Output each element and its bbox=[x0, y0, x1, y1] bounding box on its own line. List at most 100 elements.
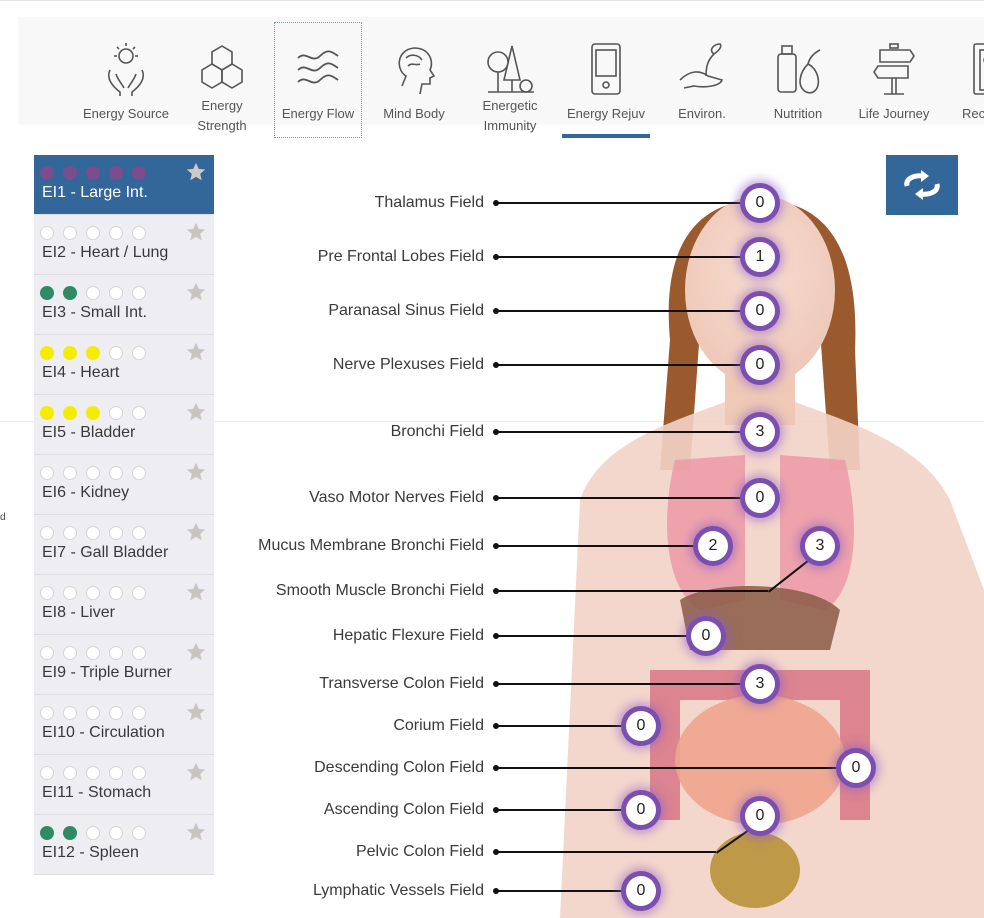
field-value-badge[interactable]: 2 bbox=[698, 531, 728, 561]
leader-line bbox=[496, 364, 745, 366]
leader-line bbox=[496, 202, 745, 204]
field-label: Corium Field bbox=[393, 717, 484, 734]
rating-dot bbox=[63, 166, 77, 180]
rating-dot bbox=[132, 286, 146, 300]
star-icon[interactable] bbox=[185, 401, 207, 423]
rating-dot bbox=[86, 166, 100, 180]
field-value-badge[interactable]: 3 bbox=[745, 669, 775, 699]
field-value-badge[interactable]: 0 bbox=[626, 876, 656, 906]
field-value-badge[interactable]: 0 bbox=[745, 296, 775, 326]
rating-dot bbox=[132, 226, 146, 240]
field-label: Nerve Plexuses Field bbox=[332, 356, 484, 373]
rating-dot bbox=[40, 526, 54, 540]
ei-item[interactable]: EI1 - Large Int. bbox=[34, 155, 214, 215]
rating-dot bbox=[132, 346, 146, 360]
tab-energy-flow[interactable]: Energy Flow bbox=[274, 22, 362, 138]
field-label: Transverse Colon Field bbox=[319, 675, 484, 692]
field-value-badge[interactable]: 0 bbox=[626, 795, 656, 825]
star-icon[interactable] bbox=[185, 581, 207, 603]
ei-item[interactable]: EI4 - Heart bbox=[34, 335, 214, 395]
rating-dot bbox=[109, 706, 123, 720]
ei-item[interactable]: EI10 - Circulation bbox=[34, 695, 214, 755]
field-value-badge[interactable]: 1 bbox=[745, 242, 775, 272]
ei-item[interactable]: EI6 - Kidney bbox=[34, 455, 214, 515]
ei-item[interactable]: EI5 - Bladder bbox=[34, 395, 214, 455]
rating-dot bbox=[132, 586, 146, 600]
field-value-badge[interactable]: 0 bbox=[626, 711, 656, 741]
rating-dots bbox=[40, 226, 146, 240]
rating-dot bbox=[86, 346, 100, 360]
hexagons-icon bbox=[196, 40, 248, 98]
tab-energy-source[interactable]: Energy Source bbox=[82, 22, 170, 138]
rating-dot bbox=[86, 226, 100, 240]
field-value-badge[interactable]: 0 bbox=[745, 350, 775, 380]
rating-dot bbox=[109, 346, 123, 360]
rating-dot bbox=[40, 286, 54, 300]
rating-dot bbox=[63, 646, 77, 660]
tab-label: Environ. bbox=[678, 106, 726, 121]
field-value-badge[interactable]: 3 bbox=[805, 531, 835, 561]
ei-item[interactable]: EI8 - Liver bbox=[34, 575, 214, 635]
tab-label: Energy Flow bbox=[281, 106, 355, 121]
star-icon[interactable] bbox=[185, 161, 207, 183]
tab-environ[interactable]: Environ. bbox=[658, 22, 746, 138]
ei-item[interactable]: EI2 - Heart / Lung bbox=[34, 215, 214, 275]
rating-dot bbox=[86, 406, 100, 420]
field-value-badge[interactable]: 0 bbox=[745, 801, 775, 831]
tab-energy-strength[interactable]: Energy Strength bbox=[178, 22, 266, 138]
rating-dot bbox=[132, 526, 146, 540]
tab-life-journey[interactable]: Life Journey bbox=[850, 22, 938, 138]
brain-head-icon bbox=[388, 40, 440, 98]
star-icon[interactable] bbox=[185, 761, 207, 783]
ei-item[interactable]: EI7 - Gall Bladder bbox=[34, 515, 214, 575]
rating-dot bbox=[86, 286, 100, 300]
rating-dot bbox=[109, 526, 123, 540]
ei-item-label: EI3 - Small Int. bbox=[42, 304, 147, 321]
rating-dots bbox=[40, 586, 146, 600]
tab-energetic-immunity[interactable]: Energetic Immunity bbox=[466, 22, 554, 138]
field-value-badge[interactable]: 3 bbox=[745, 417, 775, 447]
ei-item[interactable]: EI11 - Stomach bbox=[34, 755, 214, 815]
rating-dot bbox=[109, 166, 123, 180]
field-value-badge[interactable]: 0 bbox=[745, 483, 775, 513]
rating-dot bbox=[40, 166, 54, 180]
rating-dots bbox=[40, 826, 146, 840]
star-icon[interactable] bbox=[185, 821, 207, 843]
leader-line bbox=[496, 310, 745, 312]
star-icon[interactable] bbox=[185, 461, 207, 483]
tab-mind-body[interactable]: Mind Body bbox=[370, 22, 458, 138]
rating-dot bbox=[63, 346, 77, 360]
star-icon[interactable] bbox=[185, 641, 207, 663]
rating-dots bbox=[40, 406, 146, 420]
ei-item-label: EI2 - Heart / Lung bbox=[42, 244, 169, 261]
rating-dots bbox=[40, 346, 146, 360]
document-icon bbox=[964, 40, 984, 98]
ei-item-label: EI10 - Circulation bbox=[42, 724, 165, 741]
rating-dot bbox=[86, 586, 100, 600]
field-value-badge[interactable]: 0 bbox=[691, 621, 721, 651]
rating-dot bbox=[40, 706, 54, 720]
ei-item[interactable]: EI3 - Small Int. bbox=[34, 275, 214, 335]
tab-energy-rejuv[interactable]: Energy Rejuv bbox=[562, 22, 650, 138]
tab-nutrition[interactable]: Nutrition bbox=[754, 22, 842, 138]
rating-dot bbox=[132, 826, 146, 840]
rating-dot bbox=[40, 226, 54, 240]
leader-line bbox=[496, 725, 626, 727]
field-value-badge[interactable]: 0 bbox=[745, 188, 775, 218]
tab-rec[interactable]: Rec bbox=[946, 22, 984, 138]
rating-dot bbox=[109, 766, 123, 780]
ei-item[interactable]: EI9 - Triple Burner bbox=[34, 635, 214, 695]
ei-sidebar: EI1 - Large Int. EI2 - Heart / Lung EI3 - … bbox=[34, 155, 214, 875]
rating-dot bbox=[40, 466, 54, 480]
star-icon[interactable] bbox=[185, 521, 207, 543]
star-icon[interactable] bbox=[185, 281, 207, 303]
leader-line bbox=[496, 590, 768, 592]
star-icon[interactable] bbox=[185, 221, 207, 243]
field-value-badge[interactable]: 0 bbox=[841, 753, 871, 783]
ei-item[interactable]: EI12 - Spleen bbox=[34, 815, 214, 875]
ei-item-label: EI7 - Gall Bladder bbox=[42, 544, 169, 561]
star-icon[interactable] bbox=[185, 341, 207, 363]
rating-dot bbox=[109, 226, 123, 240]
ei-item-label: EI1 - Large Int. bbox=[42, 184, 148, 201]
star-icon[interactable] bbox=[185, 701, 207, 723]
